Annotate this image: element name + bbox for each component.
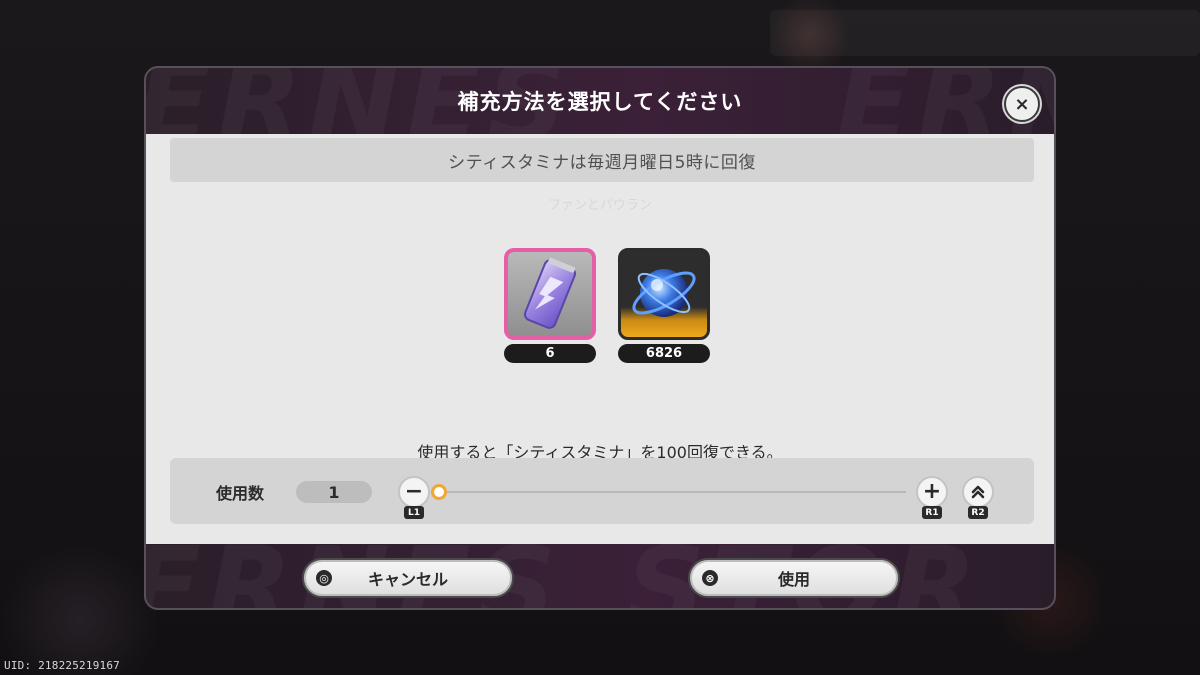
double-chevron-up-icon — [971, 485, 985, 499]
item-energy-drink-frame — [504, 248, 596, 340]
quantity-slider-track[interactable] — [438, 491, 906, 493]
usage-label: 使用数 — [216, 484, 265, 503]
background-top-bar — [770, 10, 1200, 56]
dialog-content: シティスタミナは毎週月曜日5時に回復 ファンとパウラン 6 6826 使用すると… — [146, 134, 1054, 544]
quantity-slider-handle[interactable] — [431, 484, 447, 500]
faint-label: ファンとパウラン — [547, 198, 652, 213]
use-button[interactable]: ⊗ 使用 — [688, 558, 900, 598]
item-polychrome[interactable]: 6826 — [618, 248, 710, 363]
cancel-button-label: キャンセル — [367, 570, 448, 589]
quantity-display: 1 — [296, 481, 372, 503]
item-count: 6 — [504, 344, 596, 363]
user-id: UID: 218225219167 — [4, 659, 120, 672]
energy-drink-icon — [523, 257, 577, 329]
use-button-label: 使用 — [777, 570, 810, 589]
max-button[interactable] — [962, 476, 994, 508]
close-icon: × — [1014, 93, 1030, 115]
cancel-button[interactable]: ◎ キャンセル — [302, 558, 514, 598]
item-polychrome-frame — [618, 248, 710, 340]
close-button[interactable]: × — [1004, 86, 1040, 122]
cross-button-icon: ⊗ — [702, 570, 718, 586]
item-energy-drink[interactable]: 6 — [504, 248, 596, 363]
recovery-notice: シティスタミナは毎週月曜日5時に回復 — [170, 138, 1034, 182]
plus-icon: + — [922, 479, 942, 504]
key-hint-l1: L1 — [404, 506, 424, 519]
item-count: 6826 — [618, 344, 710, 363]
replenish-dialog: ERNES ERNE ERNES STOR 補充方法を選択してください × シテ… — [144, 66, 1056, 610]
dialog-title: 補充方法を選択してください — [457, 90, 743, 114]
minus-icon: − — [404, 479, 424, 504]
key-hint-r2: R2 — [968, 506, 988, 519]
decrease-button[interactable]: − — [398, 476, 430, 508]
key-hint-r1: R1 — [922, 506, 942, 519]
usage-panel: 使用数 1 − L1 + R1 R2 — [170, 458, 1034, 524]
circle-button-icon: ◎ — [316, 570, 332, 586]
increase-button[interactable]: + — [916, 476, 948, 508]
polychrome-orb-icon — [632, 269, 696, 317]
